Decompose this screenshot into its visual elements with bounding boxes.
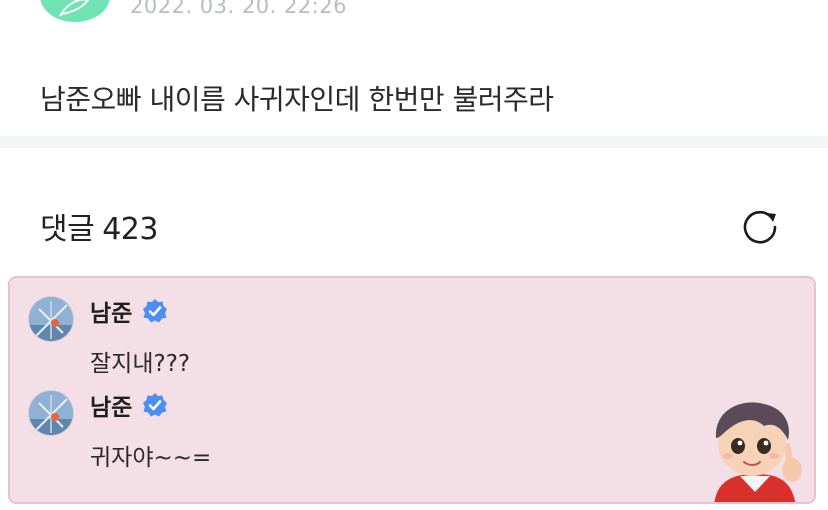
- comments-header: 댓글 423: [40, 204, 158, 248]
- comment-text: 귀자야~~=: [90, 445, 212, 471]
- verified-badge-icon: [143, 299, 167, 323]
- section-divider: [0, 136, 828, 148]
- commenter-avatar[interactable]: [28, 390, 74, 436]
- post-menu-icon[interactable]: [746, 0, 786, 4]
- post-header: 2022. 03. 20. 22:26: [0, 0, 828, 40]
- comments-title: 댓글: [40, 212, 95, 247]
- highlighted-comment: 남준 잘지내???: [28, 294, 628, 384]
- post-author-avatar[interactable]: [40, 0, 110, 22]
- character-sticker: [714, 402, 802, 502]
- highlighted-comment: 남준 귀자야~~=: [28, 388, 628, 478]
- commenter-avatar[interactable]: [28, 296, 74, 342]
- comment-author[interactable]: 남준: [90, 388, 132, 422]
- verified-badge-icon: [143, 393, 167, 417]
- post-timestamp: 2022. 03. 20. 22:26: [130, 0, 347, 18]
- comment-author[interactable]: 남준: [90, 294, 132, 328]
- avatar-image: [29, 297, 73, 341]
- avatar-image: [29, 391, 73, 435]
- refresh-icon[interactable]: [740, 205, 780, 245]
- comments-count: 423: [102, 212, 158, 247]
- highlighted-comments-box: 남준 잘지내??? 남준 귀자야~~=: [8, 276, 816, 504]
- feather-icon: [59, 0, 90, 17]
- comment-text: 잘지내???: [90, 351, 191, 377]
- post-body: 남준오빠 내이름 사귀자인데 한번만 불러주라: [40, 83, 554, 116]
